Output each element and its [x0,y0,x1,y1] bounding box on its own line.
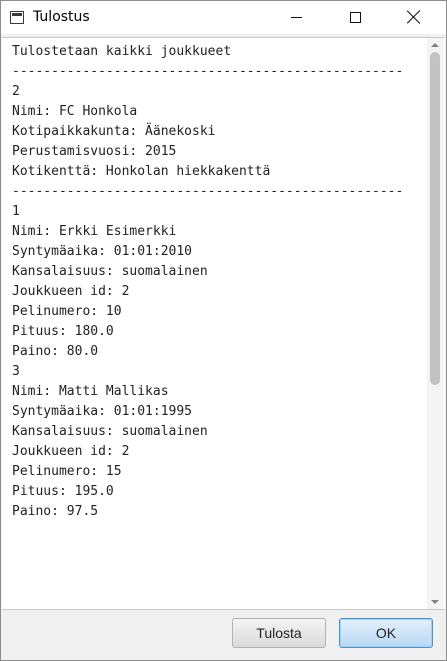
output-line: Pituus: 180.0 [12,324,114,339]
output-line: Paino: 97.5 [12,504,99,519]
output-line: Joukkueen id: 2 [12,444,130,459]
output-line: 3 [12,364,20,379]
maximize-icon [350,12,361,23]
minimize-icon [291,17,302,18]
output-line: 1 [12,204,20,219]
output-line: Tulostetaan kaikki joukkueet [12,44,232,59]
ok-button[interactable]: OK [339,618,433,648]
scroll-up-arrow-icon[interactable] [427,38,444,50]
output-line: Pituus: 195.0 [12,484,114,499]
output-line: ----------------------------------------… [12,64,404,79]
window-title: Tulostus [33,9,90,25]
output-line: Kotipaikkakunta: Äänekoski [12,124,216,139]
output-line: 2 [12,84,20,99]
close-button[interactable] [391,1,437,34]
title-bar[interactable]: Tulostus [1,1,446,34]
minimize-button[interactable] [275,1,321,34]
output-line: Syntymäaika: 01:01:2010 [12,244,193,259]
output-line: Paino: 80.0 [12,344,99,359]
scroll-down-arrow-icon[interactable] [427,597,444,609]
maximize-button[interactable] [332,1,378,34]
output-line: Perustamisvuosi: 2015 [12,144,177,159]
output-line: Pelinumero: 10 [12,304,122,319]
output-line: Nimi: Matti Mallikas [12,384,169,399]
output-line: Joukkueen id: 2 [12,284,130,299]
output-line: Pelinumero: 15 [12,464,122,479]
output-line: Kotikenttä: Honkolan hiekkakenttä [12,164,271,179]
vertical-scrollbar[interactable] [427,38,444,609]
scrollbar-thumb[interactable] [430,52,440,385]
output-line: Nimi: Erkki Esimerkki [12,224,177,239]
tulosta-button[interactable]: Tulosta [232,618,326,648]
output-line: ----------------------------------------… [12,184,404,199]
dialog-window: Tulostus Tulostetaan kaikki joukkueet ---… [0,0,447,661]
output-line: Syntymäaika: 01:01:1995 [12,404,193,419]
output-line: ----------------------------------------… [12,602,422,609]
output-line: Nimi: FC Honkola [12,104,138,119]
output-text-area[interactable]: Tulostetaan kaikki joukkueet ------------… [2,37,445,610]
output-lines: Tulostetaan kaikki joukkueet ------------… [12,42,422,609]
window-app-icon [10,11,24,24]
output-line: Kansalaisuus: suomalainen [12,424,208,439]
close-icon [407,10,421,24]
output-line: Kansalaisuus: suomalainen [12,264,208,279]
